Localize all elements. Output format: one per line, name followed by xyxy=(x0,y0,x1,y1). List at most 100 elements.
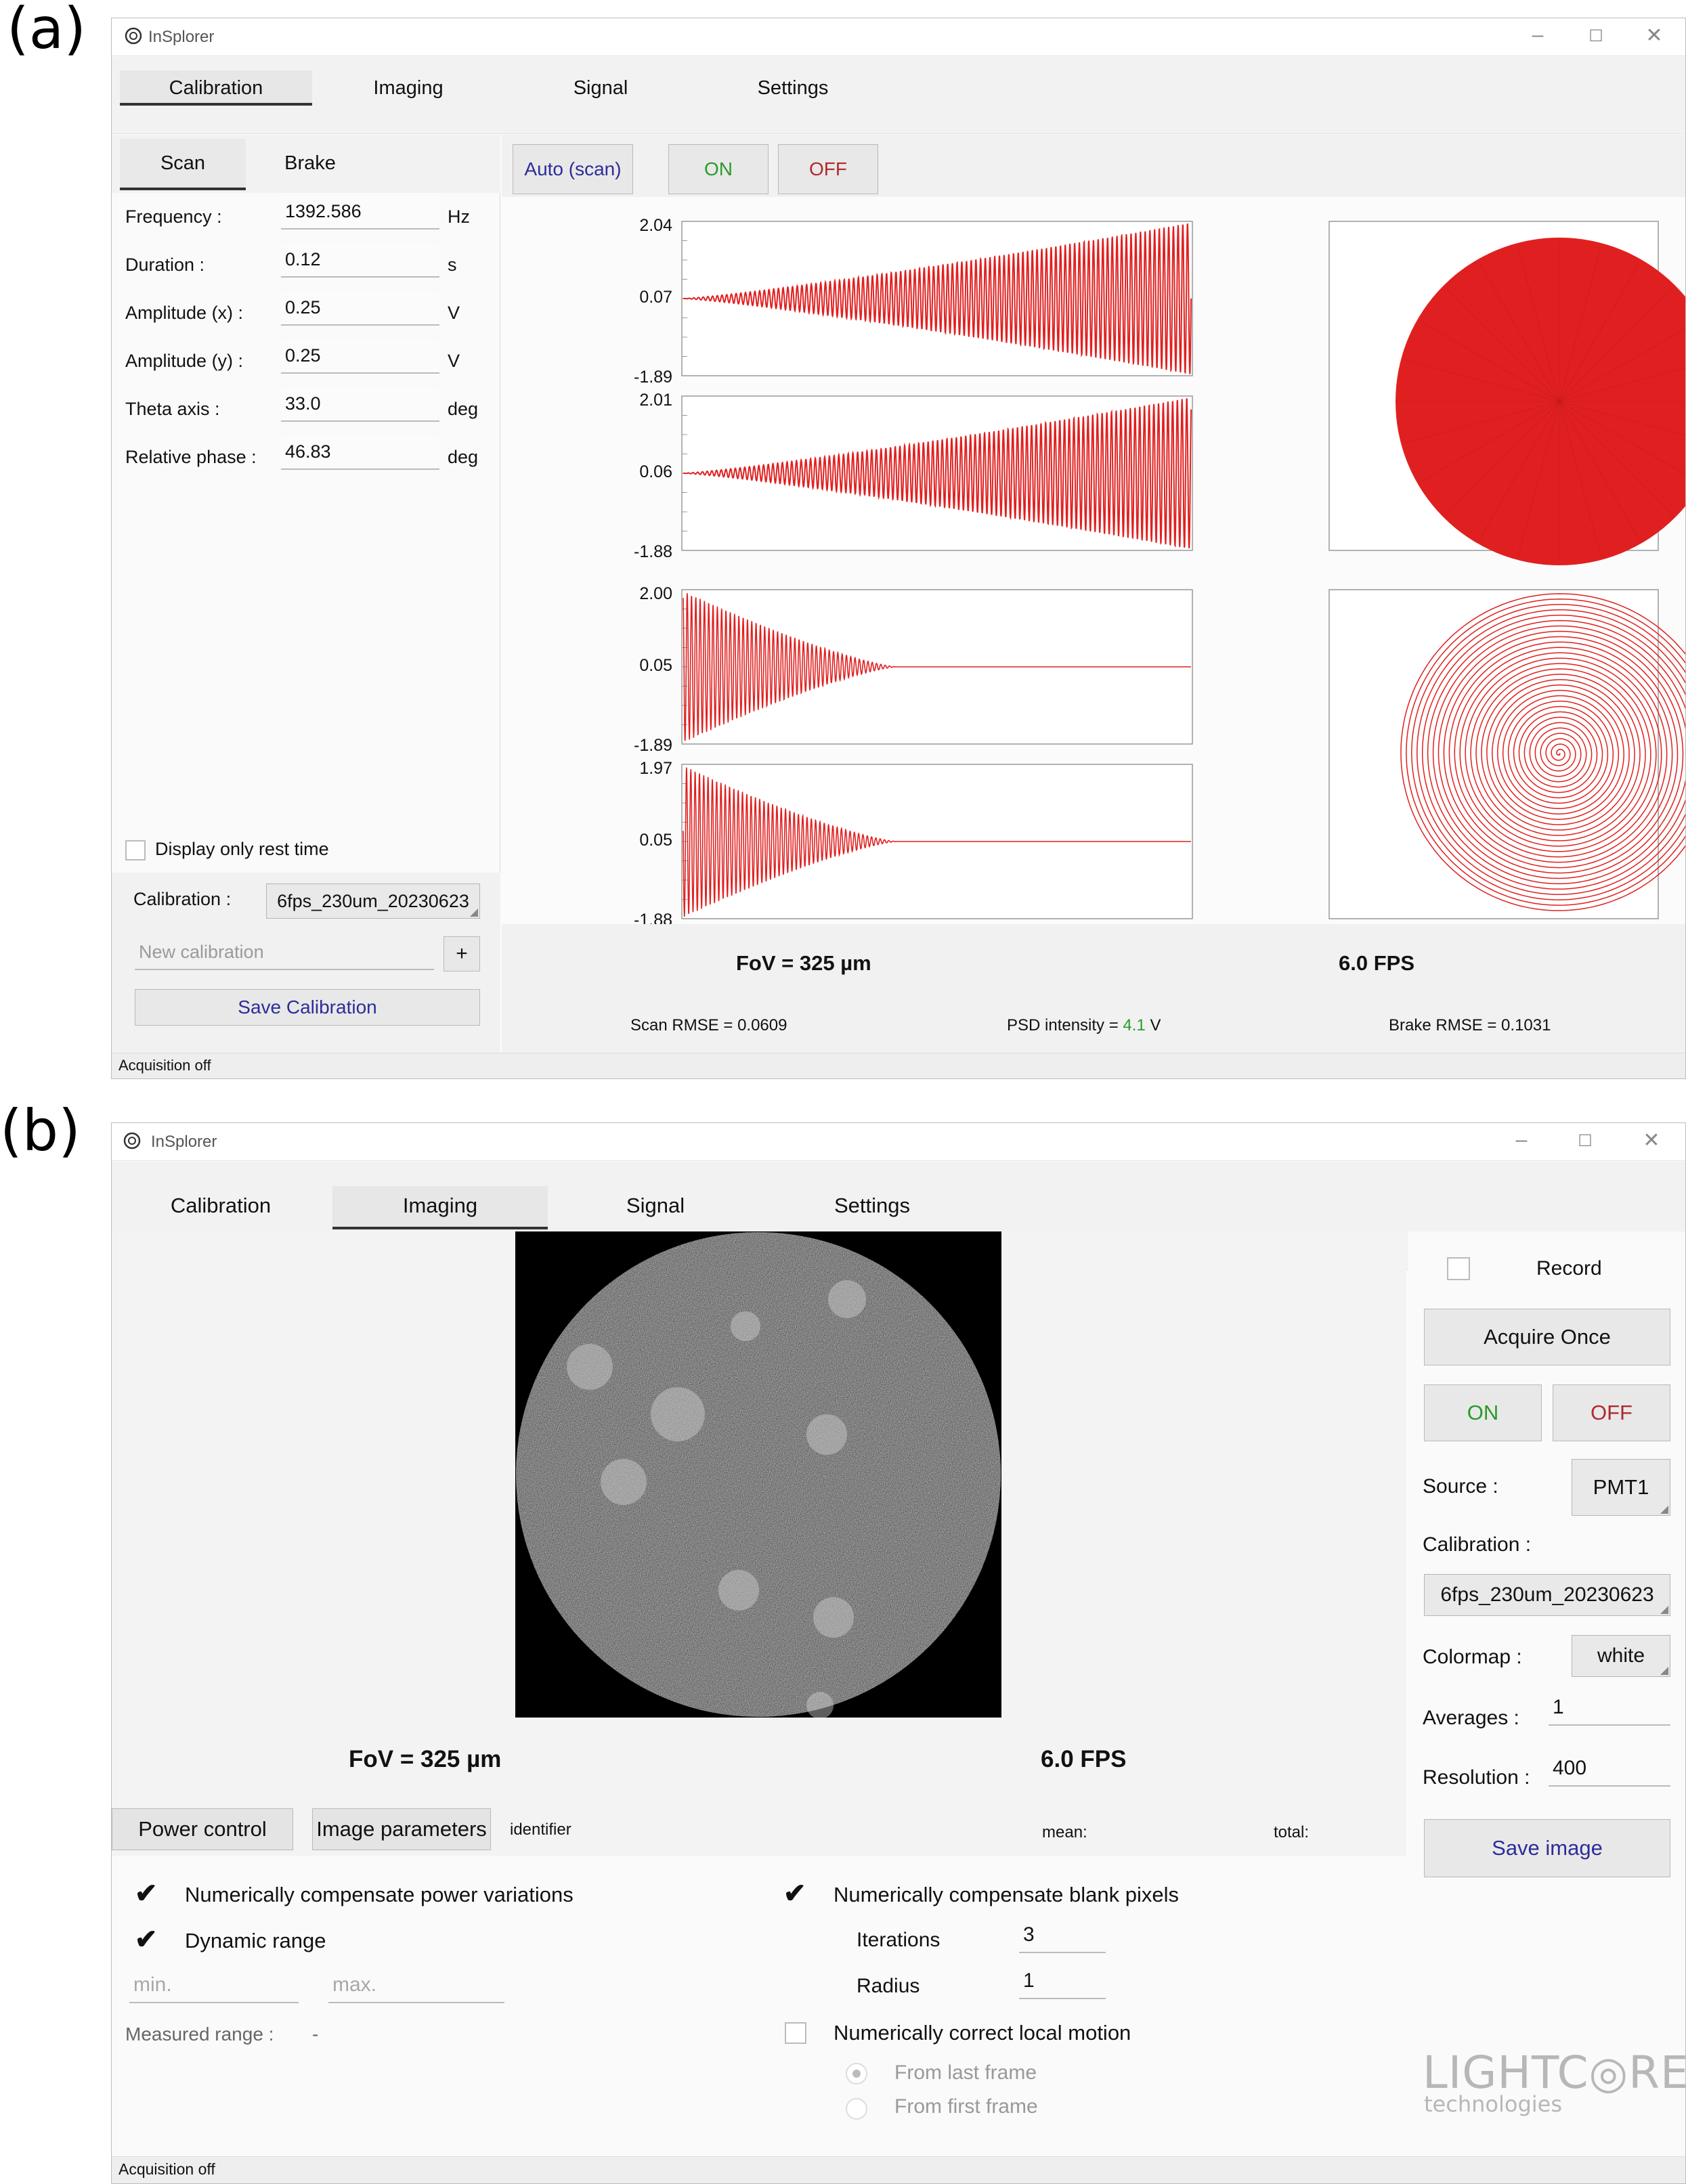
app-icon xyxy=(123,1132,141,1150)
title-bar: InSplorer – ☐ ✕ xyxy=(112,18,1685,56)
iterations-input[interactable]: 3 xyxy=(1019,1919,1106,1953)
fps-readout: 6.0 FPS xyxy=(1339,951,1414,975)
from-first-radio[interactable] xyxy=(846,2098,867,2120)
add-calibration-button[interactable]: + xyxy=(444,936,480,971)
tab-calibration[interactable]: Calibration xyxy=(112,1186,330,1225)
measured-range-value: - xyxy=(312,2024,319,2045)
image-parameters-button[interactable]: Image parameters xyxy=(312,1808,491,1850)
panel-label-a: (a) xyxy=(7,0,87,62)
identifier-label: identifier xyxy=(510,1820,571,1839)
tick-label: 2.01 xyxy=(639,391,672,410)
calibration-label: Calibration : xyxy=(133,889,232,909)
tab-imaging[interactable]: Imaging xyxy=(312,70,504,106)
total-label: total: xyxy=(1274,1823,1310,1841)
tab-imaging[interactable]: Imaging xyxy=(332,1186,548,1229)
power-control-button[interactable]: Power control xyxy=(112,1808,293,1850)
save-image-button[interactable]: Save image xyxy=(1424,1819,1670,1877)
on-button[interactable]: ON xyxy=(1424,1384,1542,1441)
tick-label: 0.07 xyxy=(639,288,672,307)
cell-highlight xyxy=(828,1280,866,1318)
brake-rmse: Brake RMSE = 0.1031 xyxy=(1389,1016,1551,1034)
close-icon[interactable]: ✕ xyxy=(1641,24,1668,47)
param-unit: V xyxy=(448,351,460,371)
auto-scan-button[interactable]: Auto (scan) xyxy=(513,144,633,194)
measured-range-label: Measured range : xyxy=(125,2024,274,2045)
radius-label: Radius xyxy=(857,1975,920,1997)
off-button[interactable]: OFF xyxy=(1553,1384,1670,1441)
imaging-window: InSplorer – ☐ ✕ Calibration Imaging Sign… xyxy=(111,1122,1686,2184)
param-input[interactable]: 46.83 xyxy=(281,436,439,470)
scan-rmse: Scan RMSE = 0.0609 xyxy=(630,1016,787,1034)
image-noise xyxy=(516,1232,1001,1717)
param-input[interactable]: 0.25 xyxy=(281,292,439,326)
range-max-input[interactable]: max. xyxy=(328,1969,504,2003)
param-label: Amplitude (x) : xyxy=(125,303,244,323)
save-calibration-button[interactable]: Save Calibration xyxy=(135,989,480,1026)
status-bar: Acquisition off xyxy=(112,2156,1685,2183)
averages-input[interactable]: 1 xyxy=(1549,1692,1670,1726)
maximize-icon[interactable]: ☐ xyxy=(1572,1131,1599,1151)
calibration-select[interactable]: 6fps_230um_20230623 xyxy=(1424,1574,1670,1616)
from-last-radio[interactable] xyxy=(846,2063,867,2084)
tab-settings[interactable]: Settings xyxy=(697,70,889,106)
from-first-label: From first frame xyxy=(894,2095,1038,2118)
acquire-once-button[interactable]: Acquire Once xyxy=(1424,1309,1670,1366)
param-label: Duration : xyxy=(125,255,205,275)
record-label: Record xyxy=(1536,1257,1602,1280)
sub-tab-brake[interactable]: Brake xyxy=(247,139,373,190)
calibration-select[interactable]: 6fps_230um_20230623 xyxy=(266,883,480,919)
minimize-icon[interactable]: – xyxy=(1524,24,1551,47)
tab-settings[interactable]: Settings xyxy=(763,1186,981,1225)
close-icon[interactable]: ✕ xyxy=(1638,1129,1665,1152)
param-input[interactable]: 1392.586 xyxy=(281,196,439,230)
scan-plots: 2.04 0.07 -1.89 2.01 0.06 -1.88 2.00 0.05 -1.89 1… xyxy=(634,216,1685,930)
lightcore-logo-subtitle: technologies xyxy=(1424,2091,1562,2117)
on-button[interactable]: ON xyxy=(668,144,769,194)
power-compensation-checkbox[interactable]: ✔ xyxy=(135,1880,158,1907)
from-last-label: From last frame xyxy=(894,2061,1037,2084)
minimize-icon[interactable]: – xyxy=(1508,1129,1535,1152)
mean-label: mean: xyxy=(1042,1823,1087,1841)
param-unit: s xyxy=(448,255,457,275)
maximize-icon[interactable]: ☐ xyxy=(1582,26,1609,46)
cell-highlight xyxy=(731,1311,760,1341)
param-unit: Hz xyxy=(448,206,470,227)
source-select[interactable]: PMT1 xyxy=(1572,1459,1670,1516)
off-button[interactable]: OFF xyxy=(778,144,878,194)
tab-signal[interactable]: Signal xyxy=(504,70,697,106)
param-input[interactable]: 0.12 xyxy=(281,244,439,278)
radius-input[interactable]: 1 xyxy=(1019,1965,1106,1999)
calibration-label: Calibration : xyxy=(1423,1533,1532,1556)
tab-signal[interactable]: Signal xyxy=(548,1186,763,1225)
tick-label: -1.89 xyxy=(634,736,672,755)
dynamic-range-checkbox[interactable]: ✔ xyxy=(135,1926,158,1953)
param-unit: deg xyxy=(448,447,479,467)
iterations-label: Iterations xyxy=(857,1929,941,1951)
tick-label: -1.88 xyxy=(634,542,672,561)
averages-label: Averages : xyxy=(1423,1707,1519,1729)
record-checkbox[interactable] xyxy=(1447,1257,1470,1280)
tick-label: 2.04 xyxy=(639,216,672,235)
colormap-select[interactable]: white xyxy=(1572,1635,1670,1677)
param-input[interactable]: 0.25 xyxy=(281,340,439,374)
new-calibration-input[interactable]: New calibration xyxy=(135,936,434,970)
window-title: InSplorer xyxy=(151,1133,217,1151)
display-rest-checkbox[interactable] xyxy=(125,840,146,860)
cell-highlight xyxy=(718,1570,759,1611)
param-unit: deg xyxy=(448,399,479,419)
resolution-label: Resolution : xyxy=(1423,1766,1530,1789)
title-bar: InSplorer – ☐ ✕ xyxy=(112,1123,1685,1161)
fps-readout: 6.0 FPS xyxy=(1041,1746,1127,1772)
range-min-input[interactable]: min. xyxy=(129,1969,299,2003)
source-label: Source : xyxy=(1423,1475,1498,1498)
blank-pixels-checkbox[interactable]: ✔ xyxy=(783,1880,806,1907)
resolution-input[interactable]: 400 xyxy=(1549,1753,1670,1787)
acquired-image xyxy=(515,1231,1001,1718)
sub-tab-scan[interactable]: Scan xyxy=(120,139,246,190)
param-label: Relative phase : xyxy=(125,447,257,467)
tick-label: 2.00 xyxy=(639,584,672,603)
param-input[interactable]: 33.0 xyxy=(281,388,439,422)
cell-highlight xyxy=(601,1459,647,1505)
local-motion-checkbox[interactable] xyxy=(785,2022,806,2044)
tab-calibration[interactable]: Calibration xyxy=(120,70,312,106)
